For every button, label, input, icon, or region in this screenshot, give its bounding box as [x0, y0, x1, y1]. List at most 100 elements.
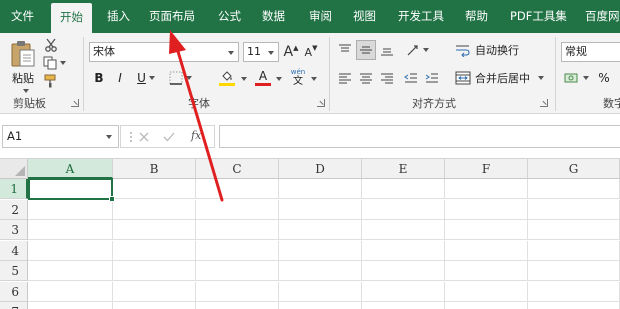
cell-e1[interactable]: [362, 179, 445, 199]
cell-g2[interactable]: [528, 199, 620, 220]
row-header-7[interactable]: 7: [0, 302, 28, 309]
cell-a4[interactable]: [28, 240, 113, 261]
column-header-c[interactable]: C: [196, 159, 279, 179]
cell-b5[interactable]: [113, 261, 196, 281]
paste-dropdown-icon[interactable]: [23, 89, 29, 93]
row-header-2[interactable]: 2: [0, 199, 28, 220]
active-cell-a1[interactable]: [28, 178, 115, 202]
cell-d4[interactable]: [279, 240, 362, 261]
cell-b6[interactable]: [113, 281, 196, 302]
alignment-dialog-launcher-icon[interactable]: [540, 99, 548, 107]
tab-data[interactable]: 数据: [262, 0, 285, 33]
align-right-button[interactable]: [378, 69, 396, 87]
copy-button[interactable]: [42, 55, 66, 71]
cell-f4[interactable]: [445, 240, 528, 261]
font-dialog-launcher-icon[interactable]: [317, 99, 325, 107]
cell-d3[interactable]: [279, 220, 362, 240]
tab-developer[interactable]: 开发工具: [398, 0, 444, 33]
cell-a2[interactable]: [28, 199, 113, 220]
tab-pdf-tools[interactable]: PDF工具集: [510, 0, 567, 33]
decrease-indent-button[interactable]: [402, 69, 420, 87]
tab-baidu-netdisk[interactable]: 百度网盘: [585, 0, 620, 33]
cell-f2[interactable]: [445, 199, 528, 220]
cell-a5[interactable]: [28, 261, 113, 281]
font-size-dropdown-icon[interactable]: [268, 51, 274, 55]
cell-d2[interactable]: [279, 199, 362, 220]
bold-button[interactable]: B: [91, 68, 107, 88]
tab-file[interactable]: 文件: [11, 0, 34, 33]
format-painter-button[interactable]: [42, 73, 60, 89]
merge-center-dropdown-icon[interactable]: [538, 76, 544, 80]
cell-b4[interactable]: [113, 240, 196, 261]
cell-e7[interactable]: [362, 302, 445, 309]
cell-c2[interactable]: [196, 199, 279, 220]
cell-b2[interactable]: [113, 199, 196, 220]
copy-dropdown-icon[interactable]: [59, 61, 66, 65]
cell-a3[interactable]: [28, 220, 113, 240]
fill-color-dropdown-icon[interactable]: [241, 77, 247, 81]
cell-d6[interactable]: [279, 281, 362, 302]
font-size-combobox[interactable]: 11: [243, 42, 279, 62]
cell-d1[interactable]: [279, 179, 362, 199]
insert-function-button[interactable]: fx: [191, 129, 201, 142]
decrease-font-size-button[interactable]: A ▼: [303, 42, 319, 62]
column-header-d[interactable]: D: [279, 159, 362, 179]
fill-handle[interactable]: [109, 196, 115, 202]
tab-page-layout[interactable]: 页面布局: [149, 0, 195, 33]
row-header-4[interactable]: 4: [0, 240, 28, 261]
paste-button[interactable]: 粘贴: [6, 38, 40, 88]
percent-style-button[interactable]: %: [596, 68, 612, 88]
cell-c7[interactable]: [196, 302, 279, 309]
cell-f5[interactable]: [445, 261, 528, 281]
tab-view[interactable]: 视图: [353, 0, 376, 33]
cell-f6[interactable]: [445, 281, 528, 302]
cell-e5[interactable]: [362, 261, 445, 281]
tab-review[interactable]: 审阅: [309, 0, 332, 33]
fill-color-button[interactable]: [213, 68, 241, 88]
enter-check-icon[interactable]: [163, 131, 175, 143]
cell-b7[interactable]: [113, 302, 196, 309]
accounting-format-button[interactable]: [562, 68, 590, 88]
cell-g1[interactable]: [528, 179, 620, 199]
cell-e4[interactable]: [362, 240, 445, 261]
accounting-dropdown-icon[interactable]: [582, 76, 589, 80]
font-color-dropdown-icon[interactable]: [276, 77, 282, 81]
cancel-icon[interactable]: [138, 131, 150, 143]
cut-button[interactable]: [42, 37, 60, 53]
cell-g4[interactable]: [528, 240, 620, 261]
cell-c1[interactable]: [196, 179, 279, 199]
cell-a6[interactable]: [28, 281, 113, 302]
borders-dropdown-icon[interactable]: [185, 76, 192, 80]
column-header-g[interactable]: G: [528, 159, 620, 179]
cell-d5[interactable]: [279, 261, 362, 281]
align-center-button[interactable]: [357, 69, 375, 87]
cell-g5[interactable]: [528, 261, 620, 281]
cell-e2[interactable]: [362, 199, 445, 220]
orientation-button[interactable]: [403, 41, 431, 59]
phonetic-dropdown-icon[interactable]: [311, 77, 317, 81]
tab-help[interactable]: 帮助: [465, 0, 488, 33]
name-box-dropdown-icon[interactable]: [106, 135, 112, 139]
cell-c5[interactable]: [196, 261, 279, 281]
row-header-3[interactable]: 3: [0, 220, 28, 240]
cell-b1[interactable]: [113, 179, 196, 199]
cell-g6[interactable]: [528, 281, 620, 302]
orientation-dropdown-icon[interactable]: [422, 48, 429, 52]
borders-button[interactable]: [166, 68, 194, 88]
italic-button[interactable]: I: [112, 68, 128, 88]
font-name-combobox[interactable]: 宋体: [89, 42, 239, 62]
row-header-1[interactable]: 1: [0, 179, 28, 199]
row-header-5[interactable]: 5: [0, 261, 28, 281]
cell-f1[interactable]: [445, 179, 528, 199]
align-bottom-button[interactable]: [378, 41, 396, 59]
cell-g3[interactable]: [528, 220, 620, 240]
row-header-6[interactable]: 6: [0, 281, 28, 302]
tab-insert[interactable]: 插入: [107, 0, 130, 33]
cell-c6[interactable]: [196, 281, 279, 302]
cell-e6[interactable]: [362, 281, 445, 302]
align-middle-button[interactable]: [356, 40, 376, 60]
font-name-dropdown-icon[interactable]: [228, 51, 234, 55]
merge-center-button[interactable]: 合并后居中: [455, 68, 547, 88]
font-color-button[interactable]: A: [250, 68, 276, 88]
column-header-f[interactable]: F: [445, 159, 528, 179]
